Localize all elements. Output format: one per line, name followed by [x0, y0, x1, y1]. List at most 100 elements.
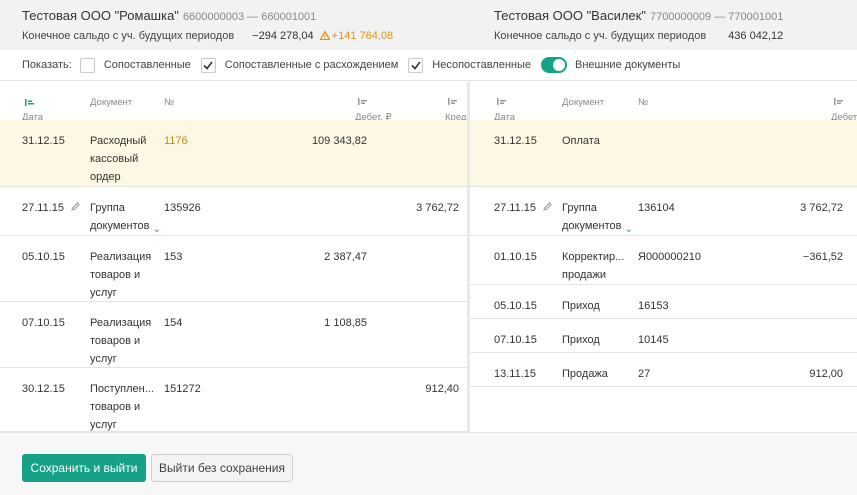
- filter-mismatched-checkbox[interactable]: Сопоставленные с расхождением: [200, 57, 399, 73]
- right-company-ids: 7700000009 — 770001001: [649, 11, 784, 23]
- exit-without-saving-button[interactable]: Выйти без сохранения: [151, 454, 293, 482]
- row-number: 10145: [638, 334, 669, 346]
- balance-diff: +141 764,08: [319, 30, 393, 42]
- row-number: 27: [638, 368, 651, 380]
- right-col-doc[interactable]: Документ: [562, 97, 604, 108]
- table-row[interactable]: 07.10.15 Реализация товаров и услуг 154 1 …: [0, 302, 467, 368]
- sort-icon: [834, 98, 843, 105]
- row-doc-line: документов: [90, 220, 150, 232]
- sort-icon: [448, 98, 457, 105]
- row-doc-line: услуг: [90, 353, 117, 365]
- left-col-num[interactable]: №: [164, 97, 174, 108]
- footer-bar: Сохранить и выйти Выйти без сохранения: [0, 432, 857, 495]
- row-doc-line: кассовый: [90, 153, 139, 165]
- checkbox-unchecked-icon: [79, 57, 95, 73]
- filter-mismatched-label: Сопоставленные с расхождением: [224, 59, 399, 71]
- right-col-num[interactable]: №: [638, 97, 648, 108]
- row-doc: Приход: [562, 300, 600, 312]
- row-number-link[interactable]: 1176: [164, 132, 188, 150]
- row-debit: −361,52: [802, 251, 843, 263]
- table-row[interactable]: 27.11.15 Группа документов ⌄ 136104 3 762,…: [470, 187, 857, 236]
- left-col-doc[interactable]: Документ: [90, 97, 132, 108]
- right-company: Тестовая ООО "Василек" 7700000009 — 77000…: [494, 8, 783, 42]
- warning-icon: [319, 30, 331, 41]
- table-row[interactable]: 07.10.15 Приход 10145: [470, 319, 857, 353]
- save-and-exit-button[interactable]: Сохранить и выйти: [22, 454, 146, 482]
- table-row[interactable]: 31.12.15 Оплата: [470, 120, 857, 187]
- right-balance-value: 436 042,12: [728, 30, 784, 42]
- row-number: Я000000210: [638, 251, 702, 263]
- filter-unmatched-checkbox[interactable]: Несопоставленные: [408, 57, 531, 73]
- row-doc-line: услуг: [90, 287, 117, 299]
- sort-asc-icon: [25, 99, 34, 106]
- row-doc: Группа документов ⌄: [562, 199, 633, 239]
- row-debit: 1 108,85: [324, 317, 367, 329]
- table-row[interactable]: 05.10.15 Реализация товаров и услуг 153 2 …: [0, 236, 467, 302]
- row-doc: Реализация товаров и услуг: [90, 314, 151, 368]
- filter-matched-checkbox[interactable]: Сопоставленные: [79, 57, 191, 73]
- left-company-name: Тестовая ООО "Ромашка": [22, 8, 179, 23]
- left-table-header: Дата Документ № Дебет, ₽ Кредит, ₽: [0, 82, 467, 123]
- row-date: 31.12.15: [494, 135, 537, 147]
- right-col-debit[interactable]: Дебет, ₽: [831, 97, 857, 123]
- row-date: 31.12.15: [22, 135, 65, 147]
- left-col-debit[interactable]: Дебет, ₽: [355, 97, 392, 123]
- row-doc-line: Группа: [562, 202, 597, 214]
- checkbox-checked-icon: [200, 57, 216, 73]
- row-date: 27.11.15: [494, 202, 537, 214]
- row-doc-line: товаров и: [90, 401, 141, 413]
- table-row[interactable]: 27.11.15 Группа документов ⌄ 135926 3 762,…: [0, 187, 467, 236]
- row-doc-line: Расходный: [90, 135, 147, 147]
- row-date: 05.10.15: [22, 251, 65, 263]
- sort-icon: [358, 98, 367, 105]
- external-docs-label: Внешние документы: [575, 59, 681, 71]
- row-doc-line: ордер: [90, 171, 121, 183]
- row-doc-line: продажи: [562, 269, 606, 281]
- row-doc: Поступлен... товаров и услуг: [90, 380, 154, 432]
- pencil-icon[interactable]: [543, 202, 552, 211]
- external-docs-toggle[interactable]: Внешние документы: [541, 57, 680, 73]
- table-row[interactable]: 01.10.15 Корректир... продажи Я000000210 …: [470, 236, 857, 285]
- table-row[interactable]: 05.10.15 Приход 16153: [470, 285, 857, 319]
- row-doc-line: Реализация: [90, 251, 152, 263]
- row-doc: Оплата: [562, 135, 600, 147]
- left-col-date[interactable]: Дата: [22, 97, 43, 123]
- row-doc-line: Реализация: [90, 317, 152, 329]
- row-doc: Реализация товаров и услуг: [90, 248, 151, 302]
- right-col-date[interactable]: Дата: [494, 97, 515, 123]
- row-date: 27.11.15: [22, 202, 65, 214]
- filter-matched-label: Сопоставленные: [103, 59, 191, 71]
- right-balance-label: Конечное сальдо с уч. будущих периодов: [494, 30, 707, 42]
- row-doc-line: Группа: [90, 202, 125, 214]
- row-doc: Продажа: [562, 368, 608, 380]
- header-bar: Тестовая ООО "Ромашка" 6600000003 — 66000…: [0, 0, 857, 50]
- row-doc: Приход: [562, 334, 600, 346]
- row-doc-line: услуг: [90, 419, 117, 431]
- left-table: Дата Документ № Дебет, ₽ Кредит, ₽ 31.12…: [0, 82, 467, 432]
- filter-unmatched-label: Несопоставленные: [432, 59, 531, 71]
- right-table-header: Дата Документ № Дебет, ₽: [470, 82, 857, 123]
- row-date: 01.10.15: [494, 251, 537, 263]
- row-number: 136104: [638, 202, 675, 214]
- left-balance-value: −294 278,04: [252, 30, 314, 42]
- table-row[interactable]: 13.11.15 Продажа 27 912,00: [470, 353, 857, 387]
- right-table: Дата Документ № Дебет, ₽ 31.12.15 Оплата…: [470, 82, 857, 432]
- toggle-switch-icon: [541, 57, 567, 73]
- row-number: 135926: [164, 202, 201, 214]
- row-doc-line: документов: [562, 220, 622, 232]
- row-number: 153: [164, 251, 183, 263]
- row-debit: 109 343,82: [311, 135, 367, 147]
- row-number: 154: [164, 317, 183, 329]
- pencil-icon[interactable]: [71, 202, 80, 211]
- row-debit: 2 387,47: [324, 251, 367, 263]
- table-row[interactable]: 30.12.15 Поступлен... товаров и услуг 1512…: [0, 368, 467, 432]
- row-debit: 912,00: [809, 368, 843, 380]
- left-col-credit[interactable]: Кредит, ₽: [445, 97, 467, 123]
- row-date: 07.10.15: [22, 317, 65, 329]
- row-date: 07.10.15: [494, 334, 537, 346]
- table-row[interactable]: 31.12.15 Расходный кассовый ордер 1176 109…: [0, 120, 467, 187]
- left-company: Тестовая ООО "Ромашка" 6600000003 — 66000…: [22, 8, 393, 42]
- left-balance-label: Конечное сальдо с уч. будущих периодов: [22, 30, 235, 42]
- row-doc-line: Поступлен...: [90, 383, 154, 395]
- row-credit: 3 762,72: [416, 202, 459, 214]
